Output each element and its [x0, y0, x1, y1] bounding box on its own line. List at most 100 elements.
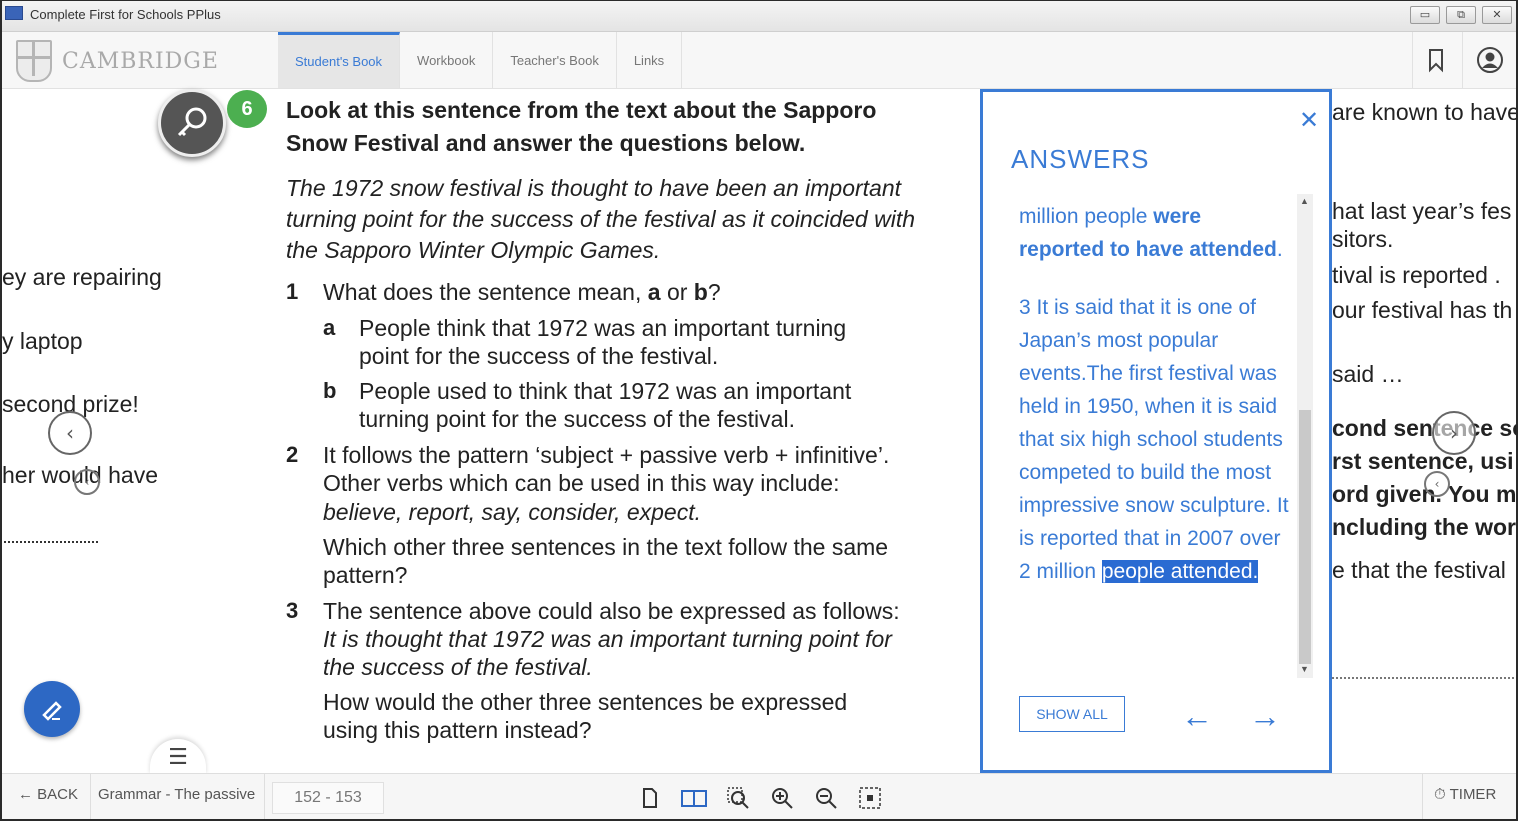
next-page-button[interactable]: › — [1432, 411, 1476, 455]
question-3-line5: using this pattern instead? — [323, 717, 592, 743]
question-number: 2 — [286, 442, 299, 467]
option-letter: a — [323, 315, 336, 340]
breadcrumb: Grammar - The passive — [98, 786, 256, 803]
close-window-button[interactable]: ✕ — [1482, 6, 1512, 24]
question-2-verbs: believe, report, say, consider, expect. — [323, 499, 701, 525]
zoom-area-icon[interactable] — [726, 786, 750, 810]
q1-or: or — [660, 279, 694, 305]
answer-text: 3 It is said that it is one of Japan’s m… — [1019, 296, 1289, 583]
question-3-line4: How would the other three sentences be e… — [323, 689, 848, 715]
text-fragment: our festival has th — [1332, 297, 1513, 323]
exercise-number-badge: 6 — [227, 90, 267, 128]
text-fragment: e that the festival — [1332, 557, 1506, 583]
text-fragment: tival is reported . — [1332, 262, 1501, 288]
single-page-icon[interactable] — [638, 786, 662, 810]
next-answer-button[interactable]: → — [1249, 698, 1281, 735]
restore-button[interactable]: ⧉ — [1446, 6, 1476, 24]
fit-page-icon[interactable] — [858, 786, 882, 810]
text-fragment: sitors. — [1332, 226, 1394, 252]
text-fragment: ey are repairing — [2, 264, 162, 290]
app-header: CAMBRIDGE Student's Book Workbook Teache… — [2, 32, 1516, 89]
option-a-line1: People think that 1972 was an important … — [359, 315, 847, 341]
right-page: are known to have hat last year’s fes si… — [1332, 89, 1518, 773]
small-nav-left-button[interactable]: ‹ — [74, 469, 100, 495]
scroll-up-icon[interactable]: ▲ — [1300, 196, 1309, 206]
q1-post: ? — [707, 279, 721, 305]
answer-key-button[interactable] — [158, 89, 226, 157]
selected-text[interactable]: people attended. — [1101, 560, 1259, 583]
shield-icon — [16, 40, 52, 82]
text-fragment: y laptop — [2, 328, 83, 354]
scroll-thumb[interactable] — [1299, 410, 1311, 664]
option-letter: b — [323, 378, 337, 403]
zoom-in-icon[interactable] — [770, 786, 794, 810]
answer-line — [1332, 677, 1514, 679]
hamburger-icon: ☰ — [168, 744, 188, 770]
question-3-italic1: It is thought that 1972 was an important… — [323, 626, 892, 652]
app-window: Complete First for Schools PPlus ▭ ⧉ ✕ C… — [0, 0, 1518, 821]
user-account-icon[interactable] — [1476, 46, 1504, 74]
double-page-icon[interactable] — [680, 786, 708, 810]
option-a-line2: point for the success of the festival. — [359, 343, 719, 369]
cambridge-logo: CAMBRIDGE — [16, 40, 219, 82]
close-answers-button[interactable]: ✕ — [1299, 106, 1319, 135]
question-2-line5: pattern? — [323, 562, 408, 588]
app-icon — [5, 6, 23, 20]
tab-workbook[interactable]: Workbook — [400, 32, 494, 88]
question-number: 3 — [286, 598, 299, 623]
prev-answer-button[interactable]: ← — [1181, 698, 1213, 735]
answer-line — [4, 541, 98, 543]
answer-text: million people — [1019, 205, 1154, 228]
book-spread: ey are repairing y laptop second prize! … — [2, 89, 1518, 775]
text-fragment: are known to have — [1332, 99, 1518, 125]
book-tabs: Student's Book Workbook Teacher's Book L… — [278, 32, 683, 88]
quote-sentence: The 1972 snow festival is thought to hav… — [286, 175, 915, 263]
q1-b: b — [693, 279, 708, 305]
timer-button[interactable]: ⏱ TIMER — [1434, 786, 1496, 803]
logo-text: CAMBRIDGE — [62, 48, 219, 74]
stopwatch-icon: ⏱ — [1434, 786, 1450, 803]
minimize-button[interactable]: ▭ — [1410, 6, 1440, 24]
answers-scrollbar[interactable]: ▲ ▼ — [1297, 194, 1313, 678]
text-fragment: cond sentence so — [1332, 415, 1518, 441]
prev-page-button[interactable]: ‹ — [48, 411, 92, 455]
tab-students-book[interactable]: Student's Book — [278, 32, 401, 88]
window-titlebar: Complete First for Schools PPlus ▭ ⧉ ✕ — [2, 1, 1516, 32]
q1-a: a — [647, 279, 661, 305]
text-fragment: hat last year’s fes — [1332, 198, 1512, 224]
annotate-button[interactable] — [24, 681, 80, 737]
exercise-heading: Look at this sentence from the text abou… — [286, 97, 877, 156]
chevron-left-icon: ‹ — [66, 421, 74, 445]
question-1-text: What does the sentence mean, a or b? — [323, 278, 721, 306]
eraser-pencil-icon — [42, 701, 62, 721]
text-fragment: said … — [1332, 361, 1404, 387]
question-2-line1: It follows the pattern ‘subject + passiv… — [323, 442, 890, 468]
text-fragment: rst sentence, usi — [1332, 448, 1514, 474]
answers-panel: ✕ ANSWERS million people were reported t… — [980, 89, 1332, 773]
key-icon — [177, 107, 207, 137]
question-number: 1 — [286, 279, 299, 304]
scroll-down-icon[interactable]: ▼ — [1300, 664, 1309, 674]
zoom-out-icon[interactable] — [814, 786, 838, 810]
bookmark-icon[interactable] — [1422, 46, 1450, 74]
option-b-line2: turning point for the success of the fes… — [359, 406, 795, 432]
text-fragment: ncluding the wor — [1332, 514, 1516, 540]
bottom-toolbar: ← BACK Grammar - The passive 152 - 153 ⏱… — [2, 773, 1516, 819]
small-nav-right-button[interactable]: ‹ — [1424, 471, 1450, 497]
chevron-left-icon: ‹ — [84, 475, 90, 489]
chevron-right-icon: › — [1450, 421, 1458, 445]
answers-title: ANSWERS — [1011, 144, 1150, 174]
back-button[interactable]: ← BACK — [18, 786, 78, 803]
answers-text: million people were reported to have att… — [1019, 200, 1291, 588]
show-all-button[interactable]: SHOW ALL — [1019, 696, 1125, 732]
question-3-italic2: the success of the festival. — [323, 654, 593, 680]
arrow-left-icon: ← — [18, 786, 38, 803]
page-number-field[interactable]: 152 - 153 — [272, 782, 384, 814]
question-3-line1: The sentence above could also be express… — [323, 598, 900, 624]
left-page: ey are repairing y laptop second prize! … — [2, 89, 182, 773]
q1-pre: What does the sentence mean, — [323, 279, 648, 305]
tab-links[interactable]: Links — [617, 32, 683, 88]
timer-label: TIMER — [1449, 786, 1497, 803]
tab-teachers-book[interactable]: Teacher's Book — [493, 32, 617, 88]
answer-text: . — [1276, 238, 1283, 261]
